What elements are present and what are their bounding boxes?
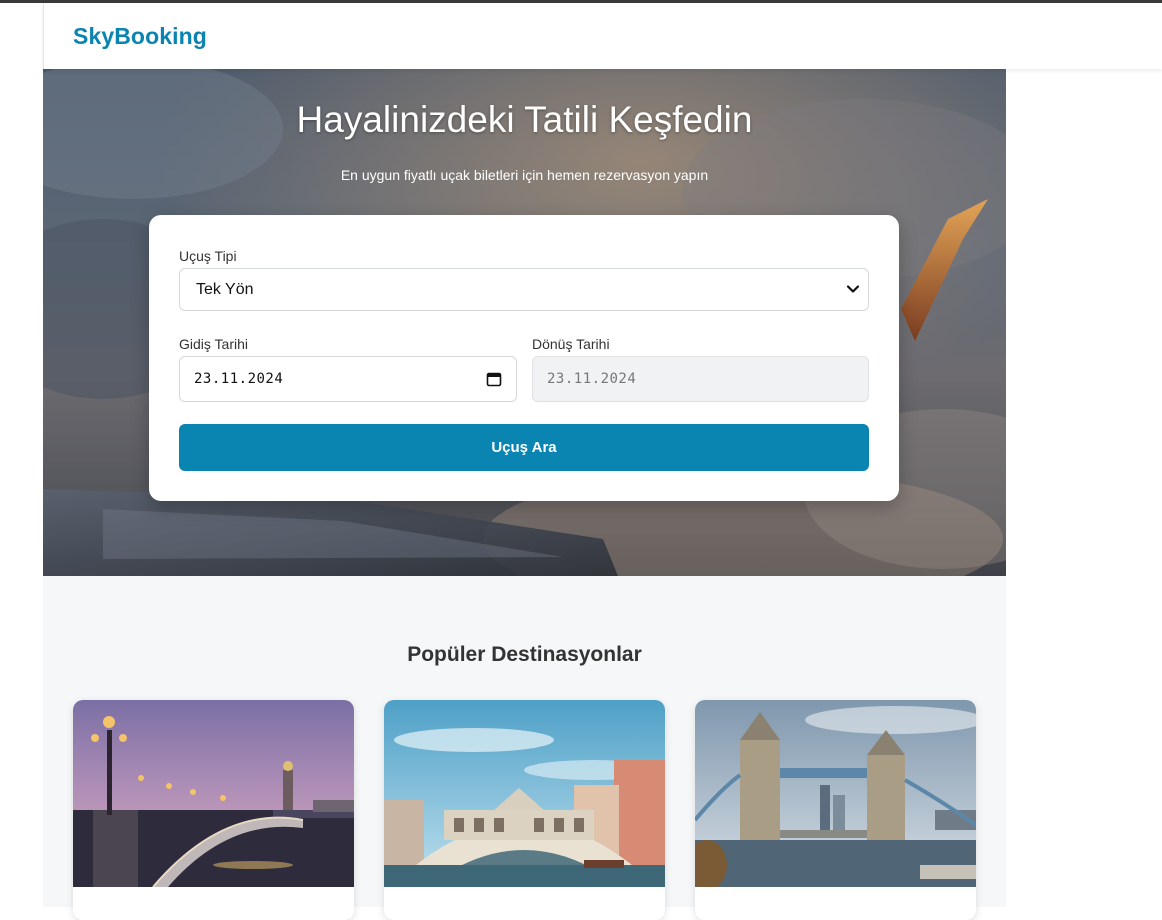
- destination-image-venice: [384, 700, 665, 887]
- hero-title: Hayalinizdeki Tatili Keşfedin: [296, 99, 753, 140]
- popular-destinations-section: Popüler Destinasyonlar: [43, 576, 1006, 920]
- navbar: SkyBooking: [43, 3, 1162, 69]
- flight-type-label: Uçuş Tipi: [179, 248, 237, 264]
- return-date-value: 23.11.2024: [547, 371, 637, 387]
- destination-image-paris: [73, 700, 354, 887]
- flight-type-selected-value: Tek Yön: [196, 281, 254, 298]
- hero-section: Hayalinizdeki Tatili Keşfedin En uygun f…: [43, 69, 1006, 576]
- hero-subtitle: En uygun fiyatlı uçak biletleri için hem…: [340, 167, 709, 183]
- flight-search-form: Uçuş Tipi Tek Yön Gidiş Tarihi 23.11.202…: [149, 215, 899, 501]
- departure-date-label: Gidiş Tarihi: [179, 336, 248, 352]
- chevron-down-icon: [846, 285, 860, 293]
- departure-date-input[interactable]: 23.11.2024: [179, 356, 517, 402]
- return-date-input[interactable]: 23.11.2024: [532, 356, 869, 402]
- search-flights-button[interactable]: Uçuş Ara: [179, 424, 869, 471]
- destination-image-london: [695, 700, 976, 887]
- brand-logo[interactable]: SkyBooking: [73, 23, 207, 50]
- destination-card-paris[interactable]: [73, 700, 354, 920]
- destination-card-venice[interactable]: [384, 700, 665, 920]
- departure-date-value: 23.11.2024: [194, 371, 284, 387]
- popular-destinations-title: Popüler Destinasyonlar: [407, 643, 642, 666]
- destination-card-london[interactable]: [695, 700, 976, 920]
- page: SkyBooking Hayalinizdeki Tatili Keşfedin…: [43, 3, 1162, 920]
- return-date-label: Dönüş Tarihi: [532, 336, 610, 352]
- flight-type-select[interactable]: Tek Yön: [179, 268, 869, 311]
- calendar-icon[interactable]: [486, 371, 502, 387]
